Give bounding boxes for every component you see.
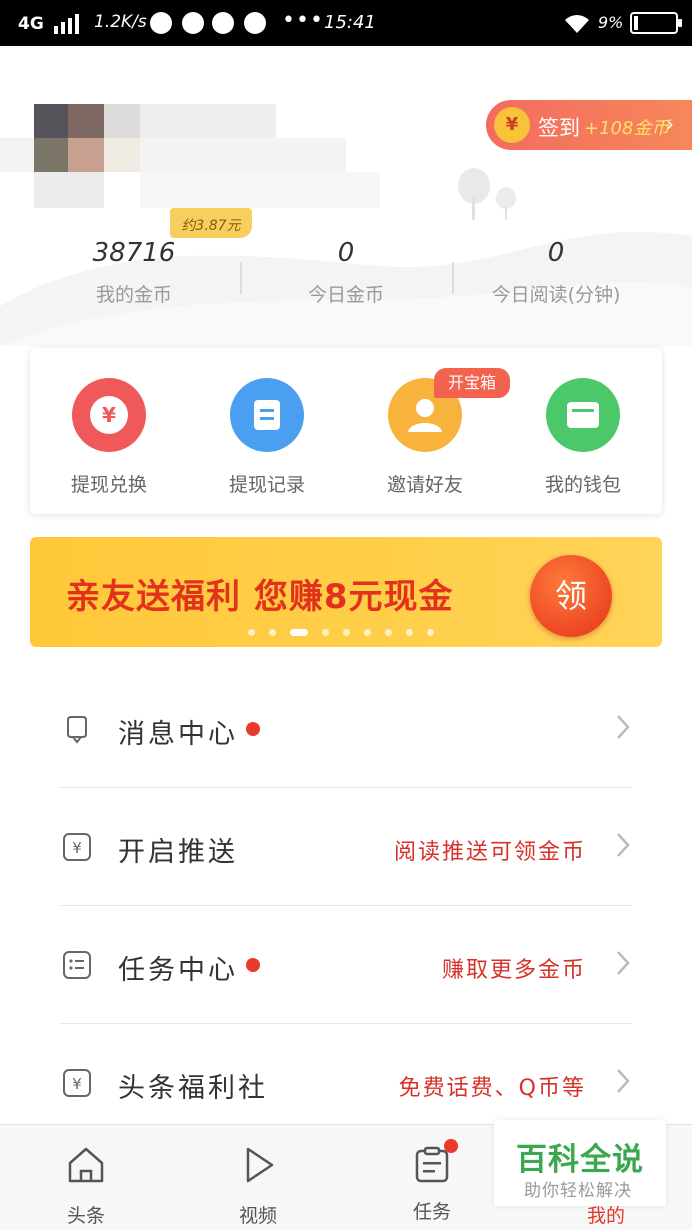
clock: 15:41 bbox=[324, 12, 376, 33]
notification-dot bbox=[444, 1139, 458, 1153]
stat-my-coins[interactable]: 38716 我的金币 bbox=[34, 238, 234, 307]
nav-video[interactable]: 视频 bbox=[208, 1143, 308, 1228]
chevron-right-icon: › bbox=[666, 112, 674, 136]
yen-box-icon: ¥ bbox=[63, 1069, 91, 1097]
yen-icon: ¥ bbox=[72, 378, 146, 452]
menu-label: 头条福利社 bbox=[118, 1073, 268, 1104]
bell-icon bbox=[67, 716, 87, 744]
carousel-dot[interactable] bbox=[248, 629, 255, 636]
home-icon bbox=[68, 1147, 104, 1183]
shortcut-withdraw[interactable]: ¥ 提现兑换 bbox=[34, 378, 184, 497]
divider bbox=[452, 262, 454, 294]
play-icon bbox=[246, 1147, 274, 1183]
more-notifications-icon: ••• bbox=[282, 8, 324, 33]
watermark-subtitle: 助你轻松解决 bbox=[524, 1181, 632, 1201]
banner-text: 亲友送福利 您赚8元现金 bbox=[66, 577, 454, 617]
chevron-right-icon bbox=[617, 715, 630, 739]
svg-text:¥: ¥ bbox=[102, 403, 116, 427]
chevron-right-icon bbox=[617, 833, 630, 857]
menu-label: 任务中心 bbox=[118, 955, 238, 986]
svg-text:¥: ¥ bbox=[72, 839, 82, 857]
chevron-right-icon bbox=[617, 951, 630, 975]
shortcut-label: 提现记录 bbox=[228, 474, 305, 496]
watermark-logo: 百科全说 助你轻松解决 bbox=[494, 1120, 666, 1206]
carousel-dot[interactable] bbox=[290, 629, 308, 636]
shortcut-wallet[interactable]: 我的钱包 bbox=[508, 378, 658, 497]
status-bar: 4G 1.2K/s ••• 15:41 9% bbox=[0, 0, 692, 46]
nav-label: 任务 bbox=[412, 1201, 451, 1223]
weibo-icon bbox=[244, 12, 266, 34]
record-icon bbox=[230, 378, 304, 452]
shortcut-card: ¥ 提现兑换 提现记录 邀请好友 我的钱包 开宝箱 bbox=[30, 348, 662, 514]
tree-decoration bbox=[458, 168, 516, 220]
nav-label: 头条 bbox=[66, 1205, 105, 1227]
battery-percent: 9% bbox=[598, 13, 624, 32]
promo-banner[interactable]: 亲友送福利 您赚8元现金 领 bbox=[30, 537, 662, 647]
chevron-right-icon bbox=[617, 1069, 630, 1093]
stat-label: 今日阅读(分钟) bbox=[491, 284, 621, 306]
unread-dot bbox=[246, 722, 260, 736]
app-notification-icon bbox=[182, 12, 204, 34]
app-notification-icon bbox=[212, 12, 234, 34]
task-list-icon bbox=[63, 951, 91, 979]
signin-button[interactable]: ¥ 签到 +108金币 › bbox=[486, 100, 692, 150]
menu-label: 消息中心 bbox=[118, 719, 238, 750]
shortcut-label: 邀请好友 bbox=[386, 474, 463, 496]
menu-row-messages[interactable]: 消息中心 bbox=[60, 670, 632, 788]
stat-label: 今日金币 bbox=[307, 284, 384, 306]
carousel-dot[interactable] bbox=[427, 629, 434, 636]
task-icon bbox=[410, 1139, 458, 1187]
menu-row-push[interactable]: ¥ 开启推送 阅读推送可领金币 bbox=[60, 788, 632, 906]
battery-icon bbox=[630, 12, 682, 34]
app-notification-icon bbox=[150, 12, 172, 34]
nav-home[interactable]: 头条 bbox=[36, 1143, 136, 1228]
stat-value: 0 bbox=[337, 238, 355, 268]
shortcut-label: 我的钱包 bbox=[544, 474, 621, 496]
profile-header: ¥ 签到 +108金币 › 约3.87元 38716 我的金币 0 今日金币 0… bbox=[0, 46, 692, 346]
carousel-dot[interactable] bbox=[269, 629, 276, 636]
shortcut-withdraw-record[interactable]: 提现记录 bbox=[192, 378, 342, 497]
carousel-dot[interactable] bbox=[406, 629, 413, 636]
stat-label: 我的金币 bbox=[95, 284, 172, 306]
stat-value: 0 bbox=[547, 238, 565, 268]
nav-label: 视频 bbox=[238, 1205, 277, 1227]
watermark-title: 百科全说 bbox=[516, 1142, 644, 1178]
carousel-dot[interactable] bbox=[385, 629, 392, 636]
menu-hint: 免费话费、Q币等 bbox=[398, 1076, 586, 1101]
menu-hint: 赚取更多金币 bbox=[441, 958, 586, 983]
treasure-box-tag[interactable]: 开宝箱 bbox=[434, 368, 510, 398]
unread-dot bbox=[246, 958, 260, 972]
yen-coin-icon: ¥ bbox=[494, 107, 530, 143]
menu-hint: 阅读推送可领金币 bbox=[393, 840, 586, 865]
stat-value: 38716 bbox=[92, 238, 176, 268]
wallet-icon bbox=[546, 378, 620, 452]
claim-button[interactable]: 领 bbox=[530, 555, 612, 637]
stat-today-coins[interactable]: 0 今日金币 bbox=[246, 238, 446, 307]
yen-box-icon: ¥ bbox=[63, 833, 91, 861]
carousel-dot[interactable] bbox=[343, 629, 350, 636]
network-speed: 1.2K/s bbox=[94, 12, 147, 32]
shortcut-label: 提现兑换 bbox=[70, 474, 147, 496]
wifi-icon bbox=[565, 15, 589, 34]
carousel-dot[interactable] bbox=[322, 629, 329, 636]
stat-today-reading[interactable]: 0 今日阅读(分钟) bbox=[456, 238, 656, 307]
carousel-indicator bbox=[248, 629, 434, 636]
menu-row-tasks[interactable]: 任务中心 赚取更多金币 bbox=[60, 906, 632, 1024]
menu-label: 开启推送 bbox=[118, 837, 238, 868]
yuan-badge: 约3.87元 bbox=[170, 208, 252, 238]
nav-tasks[interactable]: 任务 bbox=[382, 1139, 482, 1224]
divider bbox=[240, 262, 242, 294]
signin-coins: +108金币 bbox=[584, 118, 670, 139]
signal-icon bbox=[54, 14, 79, 34]
svg-text:¥: ¥ bbox=[72, 1075, 82, 1093]
signin-label: 签到 bbox=[538, 116, 580, 140]
carousel-dot[interactable] bbox=[364, 629, 371, 636]
network-type: 4G bbox=[18, 14, 44, 34]
